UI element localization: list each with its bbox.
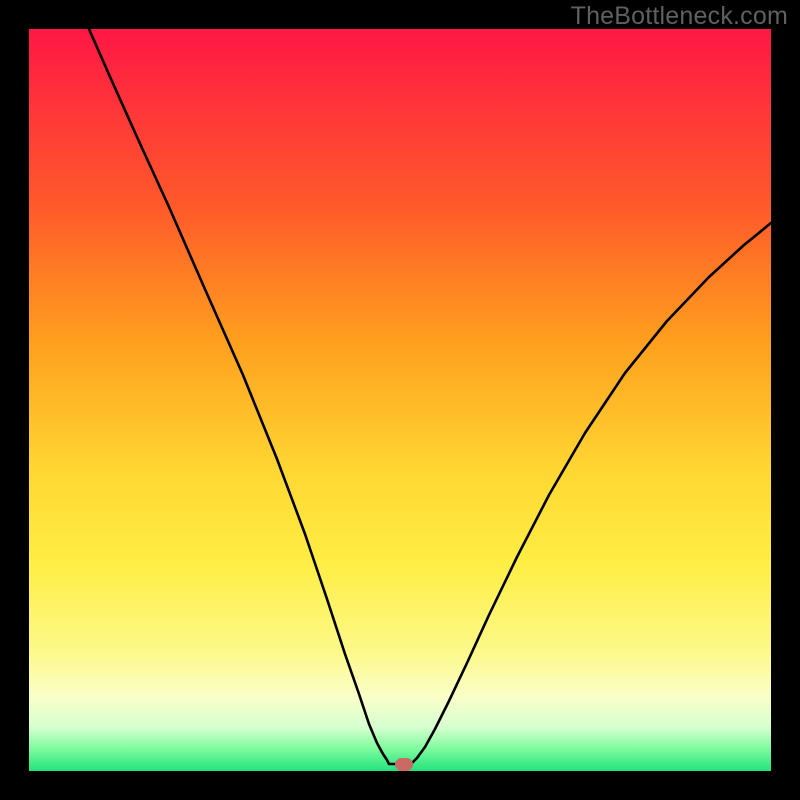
chart-container: TheBottleneck.com [0, 0, 800, 800]
frame-border-bottom [0, 771, 800, 800]
plot-gradient-background [29, 29, 771, 771]
frame-border-right [771, 0, 800, 800]
optimal-point-marker [395, 758, 413, 771]
frame-border-left [0, 0, 29, 800]
watermark-text: TheBottleneck.com [571, 2, 788, 31]
